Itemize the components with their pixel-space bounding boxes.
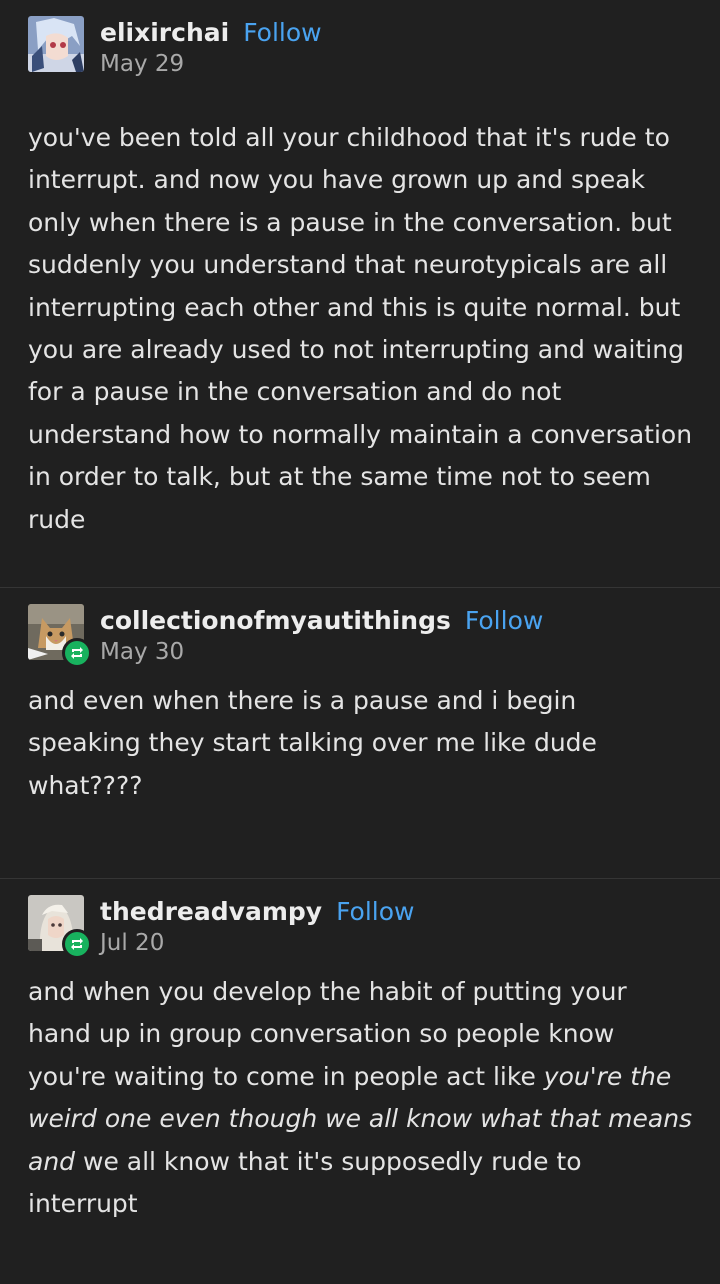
post-body: and even when there is a pause and i beg… (28, 686, 597, 800)
post-elixirchai: elixirchai Follow May 29 you've been told… (0, 0, 720, 587)
username-row: thedreadvampy Follow (100, 895, 414, 929)
reblog-arrows-icon (71, 647, 83, 659)
reblog-icon (62, 638, 92, 668)
post-date[interactable]: May 29 (100, 50, 184, 78)
post-body: and when you develop the habit of puttin… (28, 971, 720, 1225)
post-body-text-end: we all know that it's supposedly rude to… (28, 1146, 582, 1219)
post-date[interactable]: Jul 20 (100, 929, 164, 957)
username[interactable]: thedreadvampy (100, 897, 322, 926)
username-row: elixirchai Follow (100, 16, 322, 50)
username[interactable]: collectionofmyautithings (100, 606, 451, 635)
follow-button[interactable]: Follow (465, 606, 543, 635)
reblog-arrows-icon (71, 938, 83, 950)
avatar[interactable] (28, 16, 84, 72)
username-row: collectionofmyautithings Follow (100, 604, 543, 638)
follow-button[interactable]: Follow (336, 897, 414, 926)
username[interactable]: elixirchai (100, 18, 229, 47)
post-header: thedreadvampy Follow Jul 20 (28, 895, 720, 959)
post-header: elixirchai Follow May 29 (28, 16, 720, 78)
post-thedreadvampy: thedreadvampy Follow Jul 20 and when you … (0, 879, 720, 1283)
anime-character-avatar-icon (28, 16, 84, 72)
reblog-icon (62, 929, 92, 959)
post-date[interactable]: May 30 (100, 638, 184, 666)
post-header: collectionofmyautithings Follow May 30 (28, 604, 720, 668)
post-collectionofmyautithings: collectionofmyautithings Follow May 30 an… (0, 588, 720, 878)
post-body-text: and when you develop the habit of puttin… (28, 977, 627, 1091)
follow-button[interactable]: Follow (243, 18, 321, 47)
post-body: you've been told all your childhood that… (28, 123, 693, 534)
